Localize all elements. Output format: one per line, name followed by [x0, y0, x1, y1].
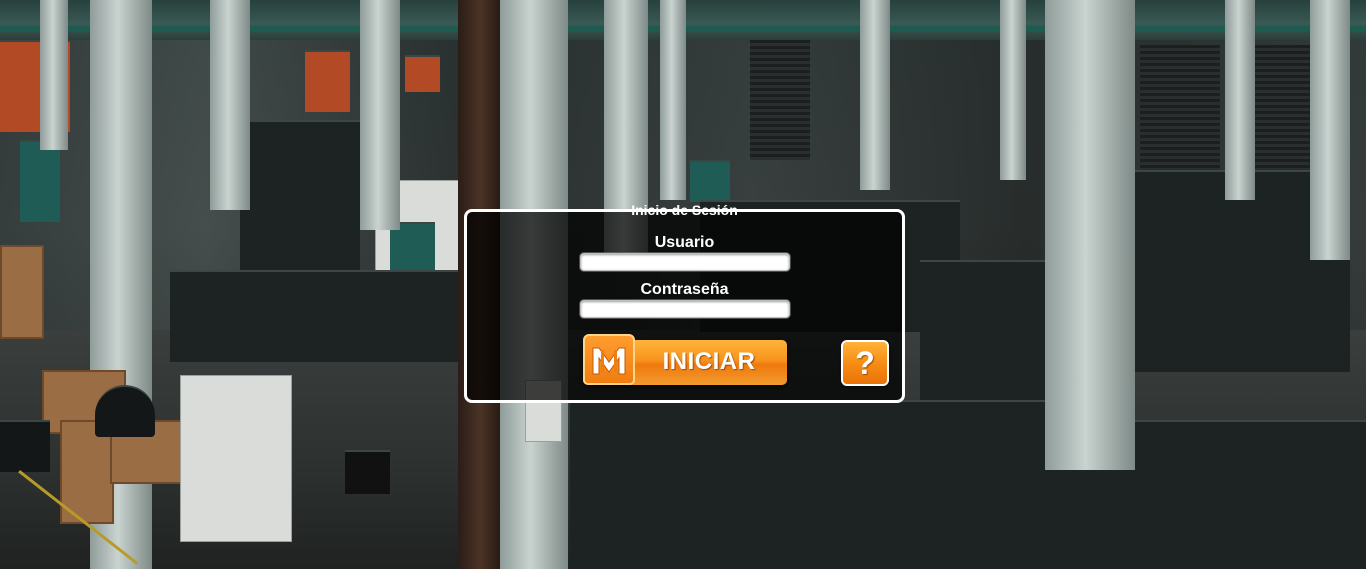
password-input[interactable] — [580, 300, 790, 318]
login-submit-label: INICIAR — [662, 348, 756, 375]
help-button[interactable]: ? — [841, 340, 889, 386]
login-legend: Inicio de Sesión — [631, 202, 738, 218]
password-label: Contraseña — [640, 281, 729, 298]
metro-logo-icon — [583, 334, 635, 385]
question-mark-icon: ? — [855, 345, 875, 381]
login-form: Inicio de Sesión Usuario Contraseña INIC… — [464, 202, 905, 403]
username-input[interactable] — [580, 253, 790, 271]
username-label: Usuario — [654, 234, 715, 251]
login-submit-button[interactable]: INICIAR — [583, 334, 787, 387]
